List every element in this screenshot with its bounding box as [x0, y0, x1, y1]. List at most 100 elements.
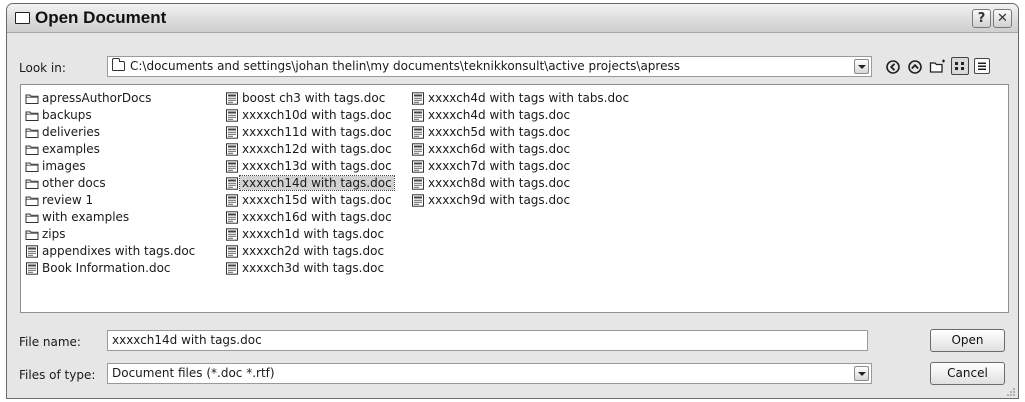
folder-item[interactable]: deliveries: [23, 124, 195, 141]
help-button[interactable]: ?: [972, 9, 991, 28]
folder-icon: [25, 143, 39, 156]
item-label: xxxxch6d with tags.doc: [428, 142, 571, 156]
file-item[interactable]: xxxxch2d with tags.doc: [223, 243, 394, 260]
item-label: xxxxch13d with tags.doc: [242, 159, 392, 173]
file-item[interactable]: Book Information.doc: [23, 260, 195, 277]
folder-item[interactable]: with examples: [23, 209, 195, 226]
list-view-icon[interactable]: [951, 57, 969, 75]
file-item[interactable]: xxxxch9d with tags.doc: [409, 192, 629, 209]
look-in-path: C:\documents and settings\johan thelin\m…: [130, 59, 680, 73]
file-item[interactable]: xxxxch12d with tags.doc: [223, 141, 394, 158]
item-label: images: [42, 159, 86, 173]
open-button[interactable]: Open: [930, 329, 1005, 352]
item-label: xxxxch9d with tags.doc: [428, 193, 571, 207]
file-name-input[interactable]: xxxxch14d with tags.doc: [107, 330, 868, 351]
document-icon: [225, 160, 239, 173]
folder-icon: [25, 92, 39, 105]
document-icon: [411, 92, 425, 105]
document-icon: [225, 143, 239, 156]
back-icon[interactable]: [885, 59, 901, 75]
up-folder-icon[interactable]: [907, 59, 923, 75]
item-label: xxxxch16d with tags.doc: [242, 210, 392, 224]
new-folder-icon[interactable]: [929, 59, 945, 75]
folder-icon: [25, 109, 39, 122]
item-label: with examples: [42, 210, 130, 224]
file-item[interactable]: xxxxch4d with tags with tabs.doc: [409, 90, 629, 107]
document-icon: [225, 262, 239, 275]
item-label: xxxxch4d with tags with tabs.doc: [428, 91, 630, 105]
item-label: deliveries: [42, 125, 101, 139]
folder-item[interactable]: review 1: [23, 192, 195, 209]
file-item[interactable]: xxxxch16d with tags.doc: [223, 209, 394, 226]
item-label: xxxxch12d with tags.doc: [242, 142, 392, 156]
item-label: zips: [42, 227, 66, 241]
item-label: Book Information.doc: [42, 261, 171, 275]
files-of-type-combo[interactable]: Document files (*.doc *.rtf): [107, 363, 872, 384]
cancel-button[interactable]: Cancel: [930, 362, 1005, 385]
document-icon: [411, 194, 425, 207]
document-icon: [25, 262, 39, 275]
document-icon: [225, 228, 239, 241]
file-item[interactable]: xxxxch4d with tags.doc: [409, 107, 629, 124]
document-icon: [411, 109, 425, 122]
folder-item[interactable]: other docs: [23, 175, 195, 192]
file-item[interactable]: xxxxch1d with tags.doc: [223, 226, 394, 243]
document-icon: [411, 177, 425, 190]
document-icon: [411, 160, 425, 173]
document-icon: [225, 211, 239, 224]
document-icon: [225, 245, 239, 258]
file-item[interactable]: appendixes with tags.doc: [23, 243, 195, 260]
open-document-dialog: Open Document ? ✕ Look in: C:\documents …: [6, 3, 1019, 399]
document-icon: [225, 194, 239, 207]
file-list[interactable]: apressAuthorDocs backups deliveries example…: [20, 84, 1009, 313]
item-label: xxxxch2d with tags.doc: [242, 244, 385, 258]
file-item[interactable]: xxxxch8d with tags.doc: [409, 175, 629, 192]
look-in-combo[interactable]: C:\documents and settings\johan thelin\m…: [107, 56, 872, 77]
folder-icon: [25, 177, 39, 190]
item-label: xxxxch7d with tags.doc: [428, 159, 571, 173]
file-name-label: File name:: [19, 335, 81, 349]
folder-item[interactable]: examples: [23, 141, 195, 158]
folder-item[interactable]: backups: [23, 107, 195, 124]
file-list-column-1: apressAuthorDocs backups deliveries example…: [23, 90, 195, 277]
resize-grip-icon[interactable]: [1006, 386, 1016, 396]
title-bar[interactable]: Open Document ? ✕: [7, 4, 1018, 33]
file-item[interactable]: xxxxch3d with tags.doc: [223, 260, 394, 277]
folder-item[interactable]: zips: [23, 226, 195, 243]
document-icon: [225, 126, 239, 139]
item-label: xxxxch5d with tags.doc: [428, 125, 571, 139]
document-icon: [225, 109, 239, 122]
file-item[interactable]: xxxxch6d with tags.doc: [409, 141, 629, 158]
item-label: xxxxch11d with tags.doc: [242, 125, 392, 139]
item-label: backups: [42, 108, 92, 122]
item-label: examples: [42, 142, 100, 156]
document-icon: [225, 177, 239, 190]
item-label: xxxxch15d with tags.doc: [242, 193, 392, 207]
close-button[interactable]: ✕: [993, 9, 1012, 28]
document-icon: [411, 126, 425, 139]
file-item[interactable]: xxxxch14d with tags.doc: [223, 175, 395, 192]
file-item[interactable]: xxxxch5d with tags.doc: [409, 124, 629, 141]
item-label: other docs: [42, 176, 106, 190]
chevron-down-icon[interactable]: [854, 366, 869, 381]
item-label: xxxxch14d with tags.doc: [239, 175, 395, 191]
file-item[interactable]: boost ch3 with tags.doc: [223, 90, 394, 107]
file-item[interactable]: xxxxch7d with tags.doc: [409, 158, 629, 175]
folder-icon: [25, 126, 39, 139]
file-item[interactable]: xxxxch10d with tags.doc: [223, 107, 394, 124]
files-of-type-label: Files of type:: [19, 368, 96, 382]
folder-item[interactable]: apressAuthorDocs: [23, 90, 195, 107]
folder-item[interactable]: images: [23, 158, 195, 175]
document-icon: [225, 92, 239, 105]
file-item[interactable]: xxxxch15d with tags.doc: [223, 192, 394, 209]
detail-view-icon[interactable]: [974, 58, 990, 74]
item-label: boost ch3 with tags.doc: [242, 91, 386, 105]
chevron-down-icon[interactable]: [854, 59, 869, 74]
file-item[interactable]: xxxxch11d with tags.doc: [223, 124, 394, 141]
folder-icon: [25, 160, 39, 173]
folder-icon: [25, 228, 39, 241]
file-item[interactable]: xxxxch13d with tags.doc: [223, 158, 394, 175]
file-list-column-3: xxxxch4d with tags with tabs.doc xxxxch4d…: [409, 90, 629, 209]
item-label: apressAuthorDocs: [42, 91, 152, 105]
folder-icon: [25, 211, 39, 224]
